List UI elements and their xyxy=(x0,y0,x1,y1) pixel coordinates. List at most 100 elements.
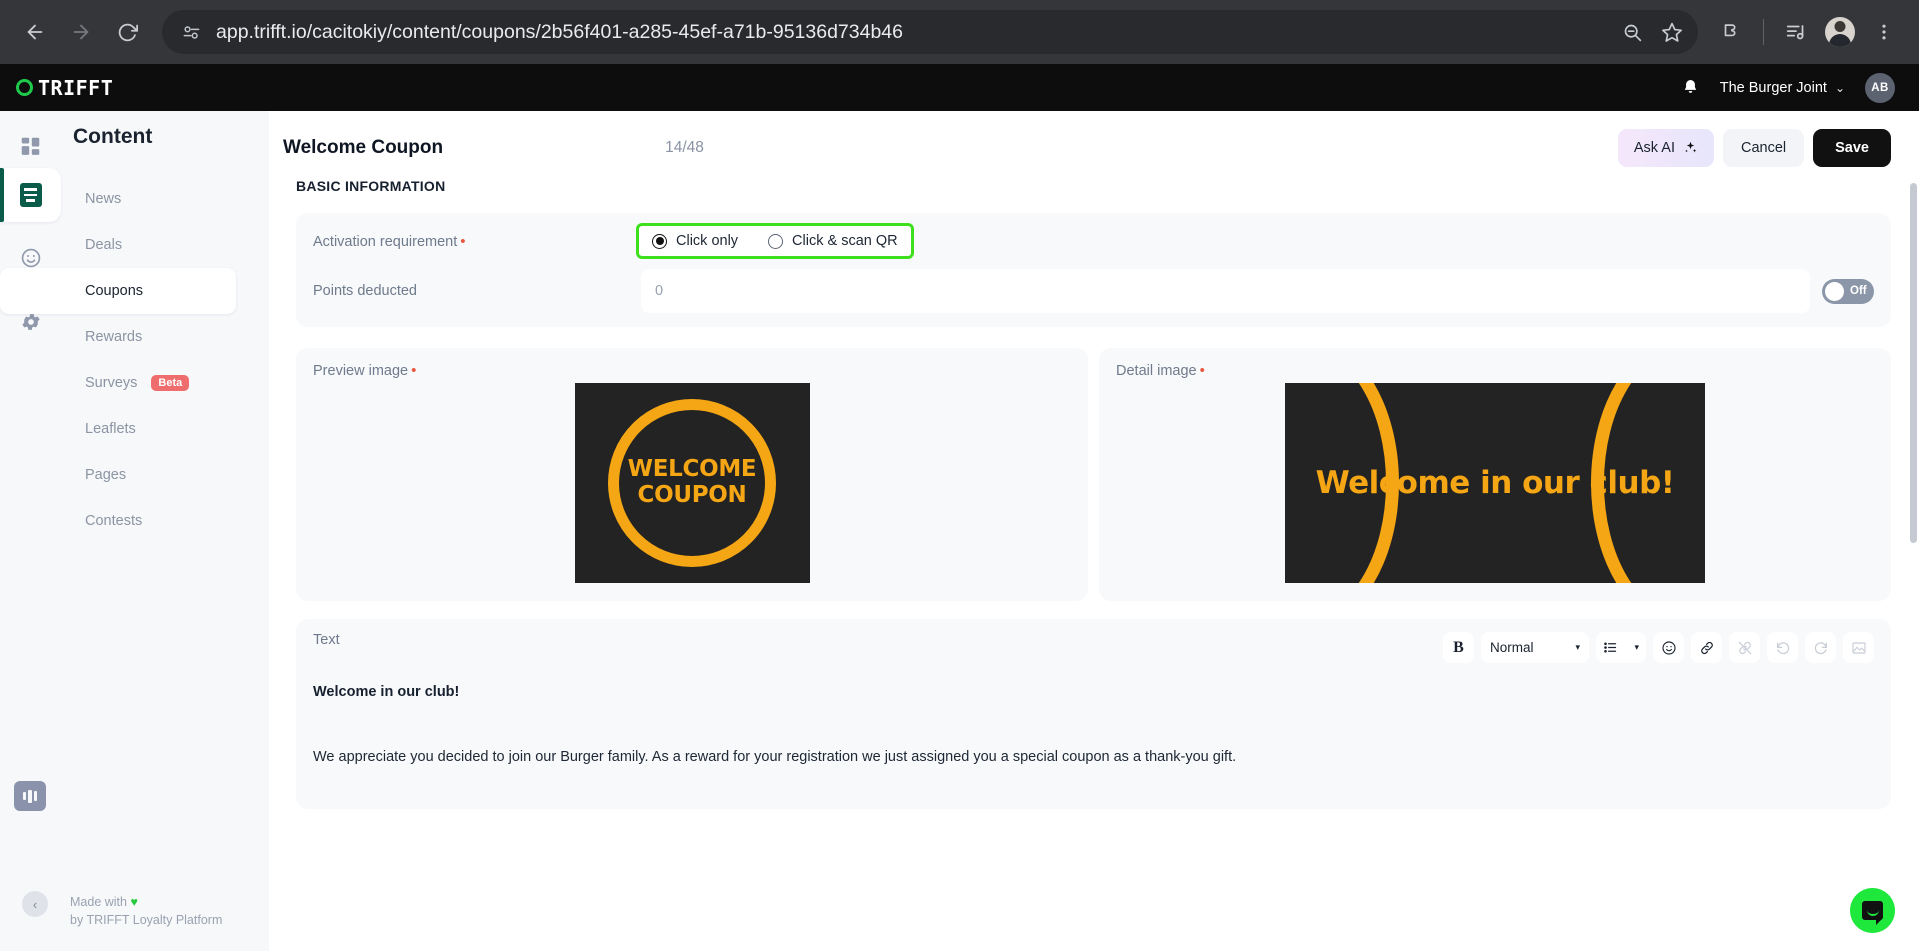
sidebar-item-contests[interactable]: Contests xyxy=(0,498,236,544)
browser-reload-button[interactable] xyxy=(106,11,148,53)
points-deducted-label: Points deducted xyxy=(313,283,417,299)
address-bar[interactable]: app.trifft.io/cacitokiy/content/coupons/… xyxy=(162,10,1698,54)
sidebar: Content News Deals Coupons Rewards Surve… xyxy=(0,111,269,951)
activation-requirement-row: Activation requirement • Click only Click… xyxy=(296,213,1891,269)
ask-ai-label: Ask AI xyxy=(1633,139,1675,156)
sidebar-item-label: Surveys xyxy=(85,375,138,391)
chevron-down-icon: ▾ xyxy=(1575,642,1580,652)
browser-back-button[interactable] xyxy=(14,11,56,53)
list-button[interactable]: ▾ xyxy=(1596,632,1646,663)
label-text: Detail image xyxy=(1116,363,1197,379)
preview-image-holder[interactable]: WELCOME COUPON xyxy=(313,383,1071,583)
lens-search-icon[interactable] xyxy=(1614,14,1650,50)
text-editor-header: Text B Normal ▾ ▾ xyxy=(313,632,1874,663)
sidebar-item-coupons[interactable]: Coupons xyxy=(0,268,236,314)
required-marker: • xyxy=(411,362,417,379)
chrome-menu-icon[interactable] xyxy=(1863,11,1905,53)
analytics-icon[interactable] xyxy=(14,781,46,811)
main-scrollbar[interactable] xyxy=(1910,183,1917,543)
cancel-button[interactable]: Cancel xyxy=(1722,128,1805,167)
editor-heading: Welcome in our club! xyxy=(313,684,460,700)
sidebar-item-label: Deals xyxy=(85,237,123,253)
images-section: Preview image • WELCOME COUPON Detail ima… xyxy=(296,348,1891,601)
image-icon xyxy=(1851,641,1866,654)
sidebar-item-surveys[interactable]: Surveys Beta xyxy=(0,360,236,406)
text-editor-label: Text xyxy=(313,632,340,648)
browser-actions xyxy=(1710,11,1905,53)
tenant-name: The Burger Joint xyxy=(1719,79,1827,96)
editor-paragraph: We appreciate you decided to join our Bu… xyxy=(313,749,1237,765)
required-marker: • xyxy=(460,232,466,250)
radio-option-click-only[interactable]: Click only xyxy=(652,233,738,249)
user-avatar[interactable]: AB xyxy=(1865,72,1895,103)
remove-link-button[interactable] xyxy=(1729,632,1760,663)
ask-ai-button[interactable]: Ask AI xyxy=(1617,128,1714,167)
smiley-icon xyxy=(1661,640,1676,655)
sidebar-item-pages[interactable]: Pages xyxy=(0,452,236,498)
heart-icon: ♥ xyxy=(130,894,138,909)
preview-image-card: Preview image • WELCOME COUPON xyxy=(296,348,1088,601)
detail-image-holder[interactable]: Welcome in our club! xyxy=(1116,383,1874,583)
label-text: Activation requirement xyxy=(313,233,458,250)
toggle-knob xyxy=(1825,281,1844,301)
sidebar-item-rewards[interactable]: Rewards xyxy=(0,314,236,360)
dashboard-icon[interactable] xyxy=(12,127,50,165)
main-content: Welcome Coupon 14/48 Ask AI Cancel Save … xyxy=(269,111,1919,951)
emoji-button[interactable] xyxy=(1653,632,1684,663)
insert-link-button[interactable] xyxy=(1691,632,1722,663)
preview-image-label: Preview image • xyxy=(313,362,1071,379)
tenant-switcher[interactable]: The Burger Joint ⌄ xyxy=(1720,80,1845,96)
radio-option-click-scan-qr[interactable]: Click & scan QR xyxy=(768,233,898,249)
detail-image-text: Welcome in our club! xyxy=(1315,465,1675,501)
unlink-icon xyxy=(1738,641,1751,654)
profile-avatar[interactable] xyxy=(1819,11,1861,53)
sidebar-footer: ‹ Made with ♥ by TRIFFT Loyalty Platform xyxy=(0,781,269,951)
media-controls-icon[interactable] xyxy=(1775,11,1817,53)
site-info-icon[interactable] xyxy=(176,17,206,47)
insert-image-button[interactable] xyxy=(1843,632,1874,663)
trifft-logo[interactable]: TRIFFT xyxy=(16,76,113,100)
page-title: Welcome Coupon xyxy=(283,136,444,158)
points-deducted-input[interactable]: 0 xyxy=(641,269,1810,313)
editor-content[interactable]: Welcome in our club! We appreciate you d… xyxy=(313,684,1874,765)
toggle-state-label: Off xyxy=(1850,285,1867,297)
radio-icon-unselected xyxy=(768,233,784,249)
activation-radio-group[interactable]: Click only Click & scan QR xyxy=(636,223,914,259)
sidebar-item-leaflets[interactable]: Leaflets xyxy=(0,406,236,452)
page-actions: Ask AI Cancel Save xyxy=(1617,128,1891,167)
chevron-down-icon: ▾ xyxy=(1634,642,1639,652)
sparkles-icon xyxy=(1685,141,1697,153)
preview-image-line2: COUPON xyxy=(637,482,747,508)
bookmark-star-icon[interactable] xyxy=(1654,14,1690,50)
format-select[interactable]: Normal ▾ xyxy=(1481,632,1589,663)
detail-image-label: Detail image • xyxy=(1116,362,1874,379)
required-marker: • xyxy=(1199,362,1205,379)
toolbar-divider xyxy=(1763,19,1764,45)
detail-image-card: Detail image • Welcome in our club! xyxy=(1099,348,1891,601)
format-select-value: Normal xyxy=(1490,640,1534,655)
notifications-bell-icon[interactable] xyxy=(1681,78,1700,97)
sidebar-item-label: Rewards xyxy=(85,329,143,345)
sidebar-item-label: Leaflets xyxy=(85,421,136,437)
chat-bubble-icon xyxy=(1862,901,1883,925)
save-button[interactable]: Save xyxy=(1813,128,1891,167)
item-counter: 14/48 xyxy=(665,138,704,156)
sidebar-item-deals[interactable]: Deals xyxy=(0,222,236,268)
undo-button[interactable] xyxy=(1767,632,1798,663)
url-text[interactable]: app.trifft.io/cacitokiy/content/coupons/… xyxy=(216,21,1610,44)
browser-forward-button[interactable] xyxy=(60,11,102,53)
redo-icon xyxy=(1814,641,1827,654)
extensions-icon[interactable] xyxy=(1710,11,1752,53)
detail-image: Welcome in our club! xyxy=(1285,383,1705,583)
bullet-list-icon xyxy=(1604,642,1617,653)
collapse-sidebar-button[interactable]: ‹ xyxy=(22,891,48,917)
chat-widget-button[interactable] xyxy=(1850,888,1895,933)
redo-button[interactable] xyxy=(1805,632,1836,663)
browser-toolbar: app.trifft.io/cacitokiy/content/coupons/… xyxy=(0,0,1919,64)
sidebar-item-news[interactable]: News xyxy=(0,176,236,222)
bold-button[interactable]: B xyxy=(1443,632,1474,663)
avatar xyxy=(1825,17,1855,47)
label-text: Preview image xyxy=(313,363,409,379)
points-deducted-toggle[interactable]: Off xyxy=(1822,278,1874,304)
app-header: TRIFFT The Burger Joint ⌄ AB xyxy=(0,64,1919,111)
